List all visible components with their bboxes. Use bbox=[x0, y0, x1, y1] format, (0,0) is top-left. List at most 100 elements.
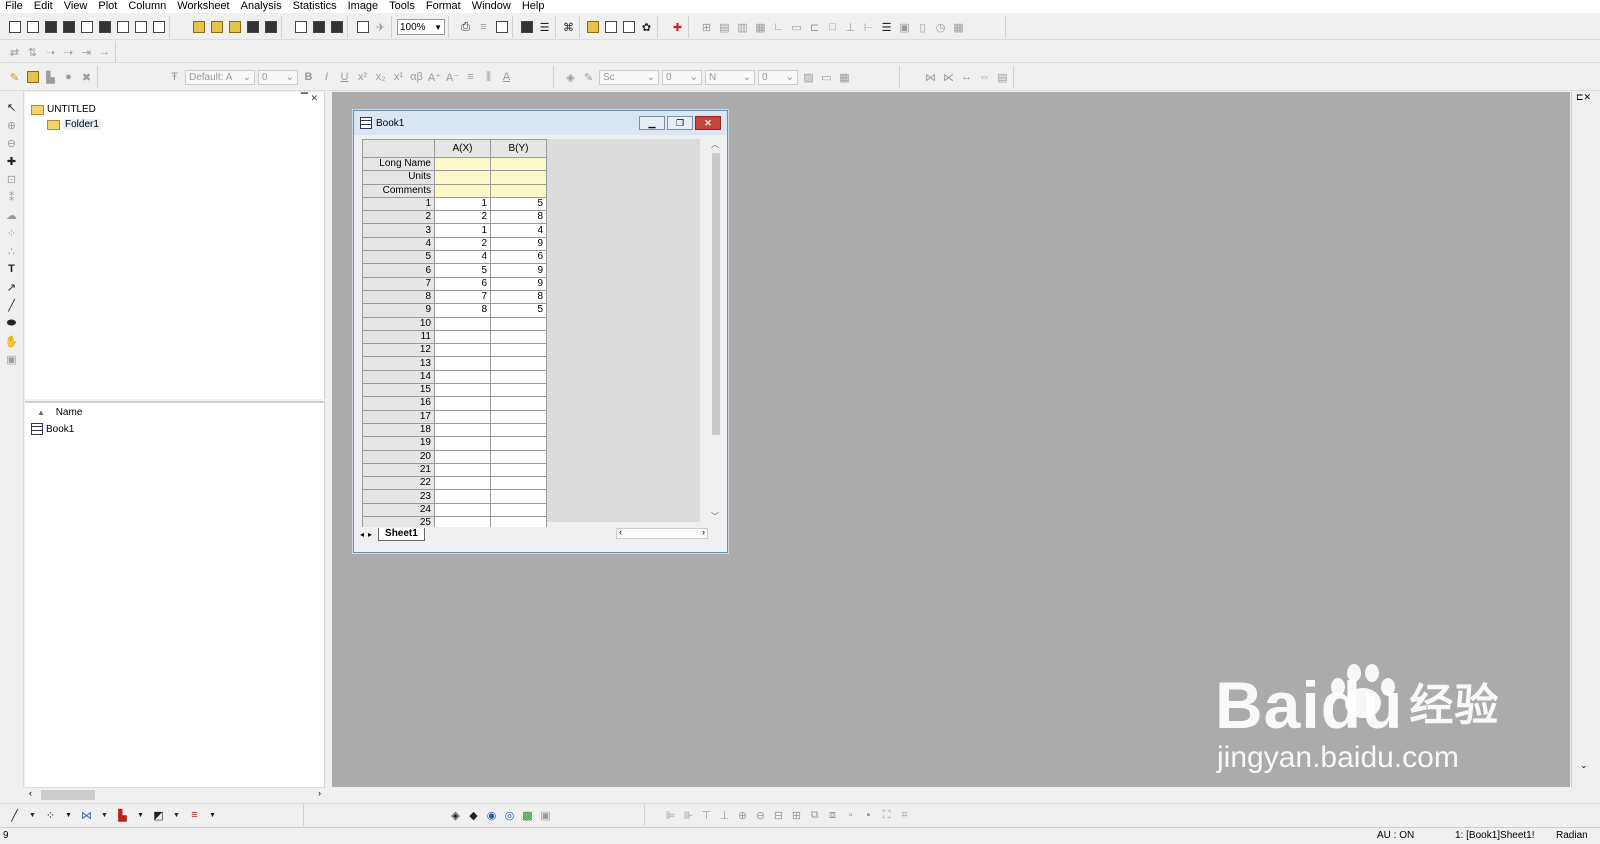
scatter-plot-icon[interactable]: ⁘ bbox=[43, 808, 58, 823]
row-header[interactable]: 16 bbox=[362, 396, 435, 411]
data-cell[interactable] bbox=[434, 369, 491, 385]
data-cell[interactable] bbox=[490, 436, 547, 451]
menu-window[interactable]: Window bbox=[472, 0, 511, 13]
column-header[interactable]: B(Y) bbox=[490, 139, 547, 158]
data-cell[interactable] bbox=[434, 502, 491, 518]
add-app-icon[interactable]: ✚ bbox=[670, 20, 685, 35]
data-cell[interactable]: 9 bbox=[490, 276, 547, 291]
menu-column[interactable]: Column bbox=[128, 0, 166, 13]
data-cell[interactable]: 2 bbox=[434, 236, 491, 252]
decrease-font-icon[interactable]: A⁻ bbox=[445, 70, 460, 85]
open-icon[interactable] bbox=[191, 20, 206, 35]
supersub-icon[interactable]: x¹ bbox=[391, 70, 406, 85]
horizontal-scrollbar[interactable]: ‹ › bbox=[25, 787, 325, 801]
draw-data-icon[interactable]: ∴ bbox=[4, 244, 20, 258]
meta-cell[interactable] bbox=[434, 183, 491, 198]
zoom-in-icon[interactable]: ⊕ bbox=[4, 118, 20, 132]
data-cell[interactable] bbox=[434, 489, 491, 504]
scroll-left-icon[interactable]: ‹ bbox=[29, 788, 32, 798]
menu-edit[interactable]: Edit bbox=[34, 0, 53, 13]
data-cell[interactable] bbox=[434, 343, 491, 358]
next-sheet-icon[interactable]: ▸ bbox=[368, 530, 372, 539]
line-symbol-icon[interactable]: ⋈ bbox=[79, 808, 94, 823]
shape-tool-icon[interactable]: ⬬ bbox=[4, 316, 20, 330]
row-header[interactable]: 21 bbox=[362, 462, 435, 478]
menu-analysis[interactable]: Analysis bbox=[241, 0, 282, 13]
data-cell[interactable] bbox=[434, 396, 491, 411]
scroll-right-icon[interactable]: › bbox=[318, 788, 321, 798]
heatmap-icon[interactable]: ▩ bbox=[520, 808, 535, 823]
arrow-tool-icon[interactable]: ↗ bbox=[4, 280, 20, 294]
menu-help[interactable]: Help bbox=[522, 0, 545, 13]
meta-cell[interactable] bbox=[434, 156, 491, 172]
box-select[interactable]: N ⌄ bbox=[705, 69, 755, 85]
vertical-scrollbar[interactable]: ︿ ﹀ bbox=[710, 139, 722, 522]
data-cell[interactable]: 4 bbox=[490, 223, 547, 238]
bar-plot-icon[interactable]: ≡ bbox=[187, 808, 202, 823]
data-cell[interactable]: 9 bbox=[490, 236, 547, 252]
pointer-icon[interactable]: ↖ bbox=[4, 100, 20, 114]
data-cell[interactable] bbox=[490, 422, 547, 438]
new-excel-icon[interactable] bbox=[61, 20, 76, 35]
chevron-down-icon[interactable]: ▼ bbox=[169, 808, 184, 823]
calendar-icon[interactable] bbox=[621, 20, 636, 35]
data-cell[interactable] bbox=[490, 383, 547, 398]
menu-format[interactable]: Format bbox=[426, 0, 461, 13]
corner-cell[interactable] bbox=[362, 139, 435, 158]
font-size-select[interactable]: 0 ⌄ bbox=[258, 69, 298, 85]
zoom-out-icon[interactable]: ⊖ bbox=[4, 136, 20, 150]
scroll-thumb[interactable] bbox=[41, 790, 95, 800]
box-num-select[interactable]: 0 ⌄ bbox=[758, 69, 798, 85]
row-header[interactable]: 12 bbox=[362, 343, 435, 358]
row-header[interactable]: 17 bbox=[362, 409, 435, 424]
new-graph-icon[interactable] bbox=[151, 20, 166, 35]
data-cell[interactable] bbox=[490, 409, 547, 424]
new-project-icon[interactable] bbox=[7, 20, 22, 35]
list-icon[interactable]: ☰ bbox=[879, 20, 894, 35]
columns-icon[interactable]: ⫼ bbox=[481, 70, 496, 85]
new-notes-icon[interactable] bbox=[79, 20, 94, 35]
menu-file[interactable]: File bbox=[5, 0, 23, 13]
sheet-horizontal-scrollbar[interactable]: ‹ › bbox=[616, 527, 708, 539]
data-cell[interactable]: 5 bbox=[490, 303, 547, 318]
data-cell[interactable] bbox=[490, 316, 547, 331]
chevron-down-icon[interactable]: ▼ bbox=[61, 808, 76, 823]
project-explorer-icon[interactable]: ⌘ bbox=[561, 20, 576, 35]
line-color-icon[interactable]: ✎ bbox=[581, 70, 596, 85]
contour-icon[interactable]: ◉ bbox=[484, 808, 499, 823]
data-cell[interactable]: 5 bbox=[434, 263, 491, 278]
menu-view[interactable]: View bbox=[64, 0, 88, 13]
import-single-icon[interactable] bbox=[311, 20, 326, 35]
line-style-select[interactable]: Sc ⌄ bbox=[599, 69, 659, 85]
code-builder-icon[interactable] bbox=[519, 20, 534, 35]
data-cell[interactable] bbox=[434, 449, 491, 464]
prev-sheet-icon[interactable]: ◂ bbox=[360, 530, 364, 539]
recalculate-icon[interactable]: ✈ bbox=[373, 20, 388, 35]
text-tool-icon[interactable]: T bbox=[4, 262, 20, 276]
line-width-select[interactable]: 0 ⌄ bbox=[662, 69, 702, 85]
row-header[interactable]: 1 bbox=[362, 196, 435, 212]
chevron-down-icon[interactable]: ▼ bbox=[133, 808, 148, 823]
region-tool-icon[interactable]: ▣ bbox=[4, 352, 20, 366]
wireframe-icon[interactable]: ◎ bbox=[502, 808, 517, 823]
italic-icon[interactable]: I bbox=[319, 70, 334, 85]
scroll-right-icon[interactable]: › bbox=[702, 527, 705, 537]
border-icon[interactable]: ▭ bbox=[819, 70, 834, 85]
font-color-icon[interactable]: A bbox=[499, 70, 514, 85]
data-cell[interactable]: 7 bbox=[434, 289, 491, 305]
line-plot-icon[interactable]: ╱ bbox=[7, 808, 22, 823]
minimize-icon[interactable]: ▁ bbox=[639, 116, 665, 130]
row-header[interactable]: 3 bbox=[362, 223, 435, 238]
data-cell[interactable] bbox=[490, 476, 547, 491]
data-cell[interactable] bbox=[490, 462, 547, 478]
meta-row-label[interactable]: Units bbox=[362, 170, 435, 185]
data-cell[interactable]: 1 bbox=[434, 223, 491, 238]
import-wizard-icon[interactable] bbox=[293, 20, 308, 35]
close-icon[interactable]: ✕ bbox=[695, 116, 721, 130]
data-cell[interactable] bbox=[434, 476, 491, 491]
menu-statistics[interactable]: Statistics bbox=[293, 0, 337, 13]
new-function-icon[interactable] bbox=[115, 20, 130, 35]
row-header[interactable]: 22 bbox=[362, 476, 435, 491]
crosshair-icon[interactable]: ✚ bbox=[4, 154, 20, 168]
data-cell[interactable] bbox=[490, 343, 547, 358]
